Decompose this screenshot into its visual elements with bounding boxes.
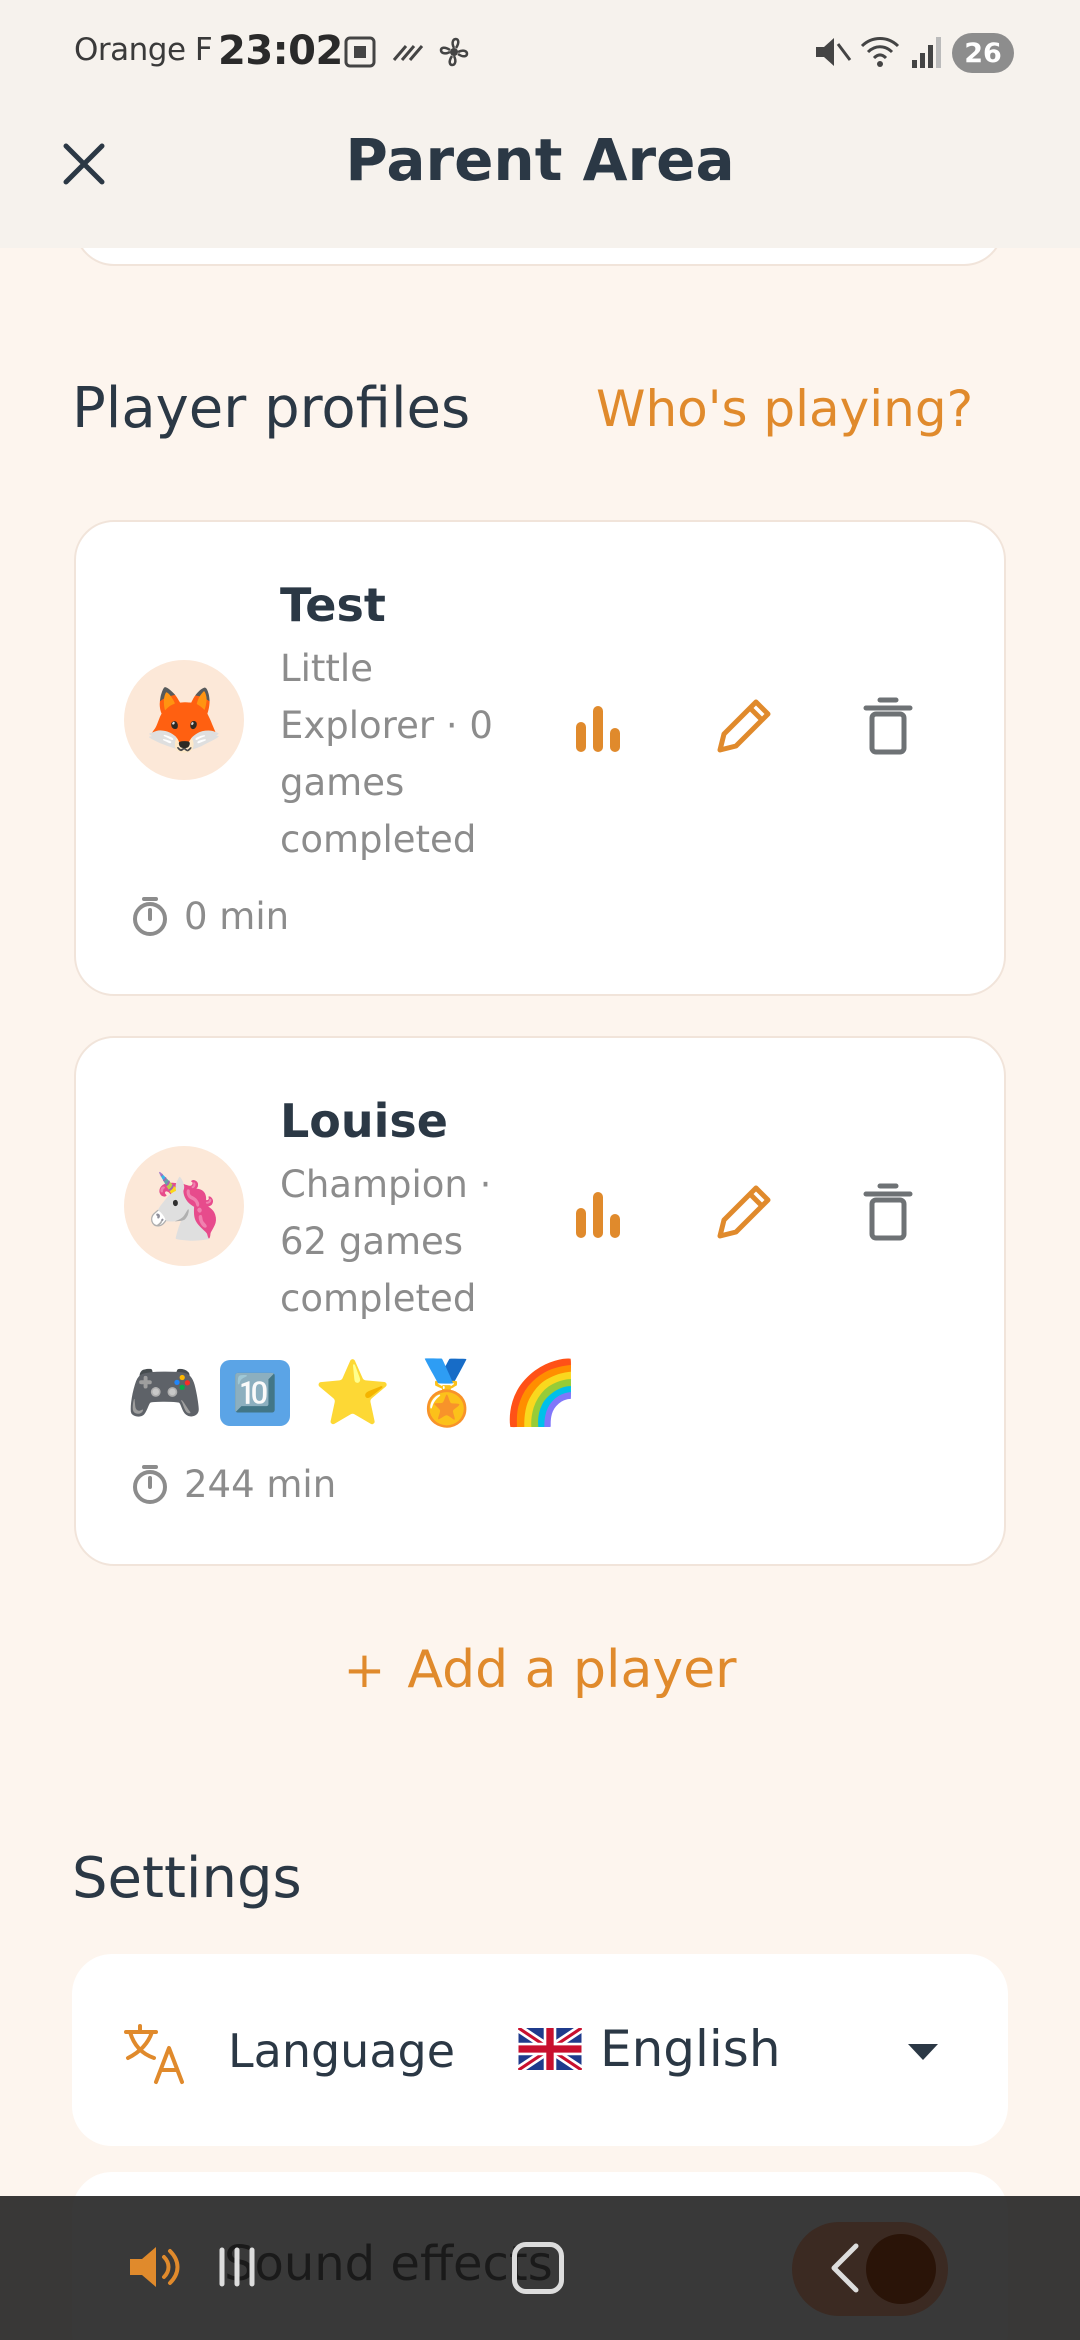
- status-time: 23:02: [218, 28, 343, 74]
- trash-icon[interactable]: [852, 1176, 924, 1248]
- nfc-icon: [392, 45, 424, 61]
- avatar: 🦊: [124, 660, 244, 780]
- play-time: 0 min: [130, 894, 289, 938]
- app-header: Orange F 23:02 26 Parent Area: [0, 0, 1080, 248]
- language-label: Language: [228, 2024, 456, 2078]
- player-card-louise: 🦄 Louise Champion · 62 games completed 🎮…: [74, 1036, 1006, 1566]
- player-name: Louise: [280, 1094, 449, 1148]
- home-icon[interactable]: [512, 2242, 564, 2294]
- play-time-value: 0 min: [184, 894, 290, 938]
- recent-apps-icon[interactable]: [212, 2242, 262, 2292]
- rainbow-badge: 🌈: [502, 1356, 580, 1429]
- speaker-icon: [130, 2247, 180, 2287]
- settings-heading: Settings: [72, 1846, 302, 1911]
- bar-chart-icon[interactable]: [562, 692, 634, 764]
- signal-icon: [912, 37, 941, 68]
- whos-playing-link[interactable]: Who's playing?: [596, 380, 973, 438]
- battery-indicator: 26: [952, 33, 1014, 73]
- language-setting: Language English: [72, 1954, 1008, 2146]
- ten-badge: 🔟: [220, 1360, 290, 1426]
- pencil-icon[interactable]: [708, 690, 780, 762]
- sound-effects-row: Sound effects: [0, 2196, 1080, 2340]
- achievement-badges: 🎮 🔟 ⭐ 🏅 🌈: [126, 1356, 596, 1430]
- avatar: 🦄: [124, 1146, 244, 1266]
- bar-chart-icon[interactable]: [562, 1178, 634, 1250]
- gamepad-badge: 🎮: [126, 1356, 204, 1429]
- player-description: Champion · 62 games completed: [280, 1163, 492, 1320]
- screenshot-icon: [344, 36, 376, 68]
- trash-icon[interactable]: [852, 690, 924, 762]
- medal-badge: 🏅: [408, 1356, 486, 1429]
- player-description: Little Explorer · 0 games completed: [280, 647, 493, 861]
- play-time: 244 min: [130, 1462, 336, 1506]
- add-player-button[interactable]: + Add a player: [0, 1640, 1080, 1700]
- player-profiles-heading: Player profiles: [72, 376, 471, 441]
- stopwatch-icon: [133, 1465, 167, 1504]
- plus-icon: +: [343, 1641, 386, 1699]
- translate-icon: [124, 2024, 184, 2084]
- mute-icon: [816, 38, 852, 66]
- stopwatch-icon: [133, 897, 167, 936]
- language-value: English: [600, 2020, 781, 2078]
- uk-flag-icon: [518, 2028, 582, 2070]
- wifi-icon: [860, 37, 900, 67]
- player-card-test: 🦊 Test Little Explorer · 0 games complet…: [74, 520, 1006, 996]
- player-name: Test: [280, 578, 386, 632]
- page-title: Parent Area: [345, 126, 735, 194]
- pencil-icon[interactable]: [708, 1176, 780, 1248]
- play-time-value: 244 min: [184, 1462, 337, 1506]
- add-player-label: Add a player: [407, 1640, 737, 1700]
- status-carrier: Orange F: [74, 32, 213, 68]
- sound-effects-label: Sound effects: [224, 2236, 553, 2292]
- chevron-down-icon[interactable]: [908, 2044, 938, 2060]
- fan-icon: [439, 37, 469, 67]
- back-icon[interactable]: [818, 2238, 878, 2298]
- star-badge: ⭐: [314, 1356, 392, 1429]
- language-dropdown[interactable]: English: [518, 2020, 781, 2078]
